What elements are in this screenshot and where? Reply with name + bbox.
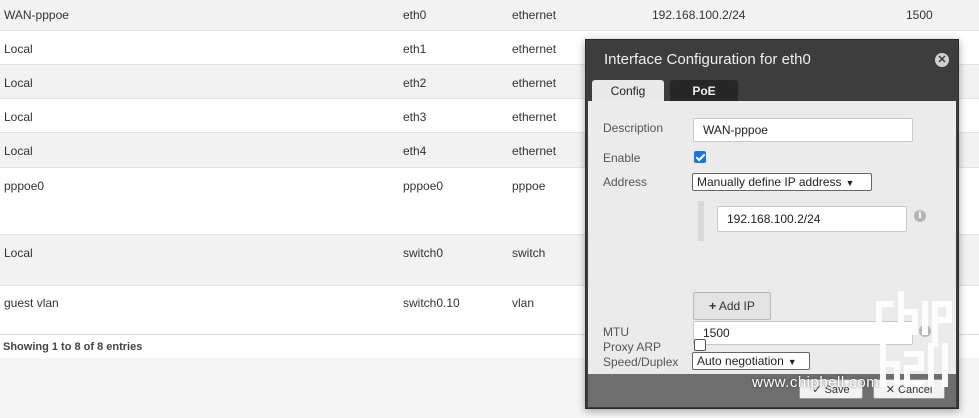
description-field[interactable]: WAN-pppoe (693, 118, 913, 142)
cell-name: Local (4, 42, 33, 56)
mtu-label: MTU (603, 325, 629, 339)
info-icon[interactable]: i (914, 210, 926, 222)
speed-duplex-select[interactable]: Auto negotiation ▼ (692, 352, 810, 370)
cell-interface: eth3 (403, 110, 427, 124)
cell-name: Local (4, 246, 33, 260)
cell-address: 192.168.100.2/24 (652, 8, 746, 22)
cell-mtu: 1500 (906, 8, 933, 22)
cell-interface: switch0.10 (403, 296, 460, 310)
enable-label: Enable (603, 151, 641, 165)
cell-interface: eth4 (403, 144, 427, 158)
cell-name: Local (4, 144, 33, 158)
plus-icon: + (709, 299, 717, 313)
speed-duplex-value: Auto negotiation (697, 354, 784, 368)
cell-name: WAN-pppoe (4, 8, 69, 22)
address-mode-select[interactable]: Manually define IP address ▼ (692, 173, 872, 191)
tab-poe[interactable]: PoE (670, 80, 738, 102)
cell-type: switch (512, 246, 546, 260)
cell-interface: switch0 (403, 246, 444, 260)
add-ip-button[interactable]: + Add IP (693, 292, 771, 320)
proxy-arp-checkbox[interactable] (694, 339, 706, 351)
add-ip-label: Add IP (718, 299, 755, 313)
table-row[interactable]: WAN-pppoe eth0 ethernet 192.168.100.2/24… (0, 0, 979, 31)
description-label: Description (603, 121, 664, 135)
address-label: Address (603, 175, 648, 189)
entries-count: Showing 1 to 8 of 8 entries (3, 341, 143, 353)
cell-type: ethernet (512, 110, 557, 124)
dialog-title: Interface Configuration for eth0 (604, 51, 811, 68)
cell-interface: eth0 (403, 8, 427, 22)
cell-type: ethernet (512, 144, 557, 158)
chevron-down-icon: ▼ (787, 357, 797, 367)
cell-interface: eth2 (403, 76, 427, 90)
tab-config[interactable]: Config (592, 80, 664, 102)
cell-name: pppoe0 (4, 179, 45, 193)
chevron-down-icon: ▼ (845, 178, 855, 188)
close-icon[interactable]: ✕ (935, 53, 949, 67)
address-group-bar (698, 201, 704, 241)
cell-name: Local (4, 76, 33, 90)
cell-name: Local (4, 110, 33, 124)
enable-checkbox[interactable] (694, 151, 706, 163)
cell-interface: pppoe0 (403, 179, 444, 193)
cell-type: ethernet (512, 42, 557, 56)
cell-name: guest vlan (4, 296, 59, 310)
proxy-arp-label: Proxy ARP (603, 340, 662, 354)
cell-type: ethernet (512, 8, 557, 22)
cell-type: ethernet (512, 76, 557, 90)
speed-duplex-label: Speed/Duplex (603, 355, 679, 369)
watermark-url: www.chiphell.com (752, 374, 880, 391)
ip-address-field[interactable]: 192.168.100.2/24 (717, 206, 907, 232)
cell-type: pppoe (512, 179, 546, 193)
cell-type: vlan (512, 296, 535, 310)
chiphell-logo (876, 291, 952, 387)
address-mode-value: Manually define IP address (697, 175, 842, 189)
cell-interface: eth1 (403, 42, 427, 56)
